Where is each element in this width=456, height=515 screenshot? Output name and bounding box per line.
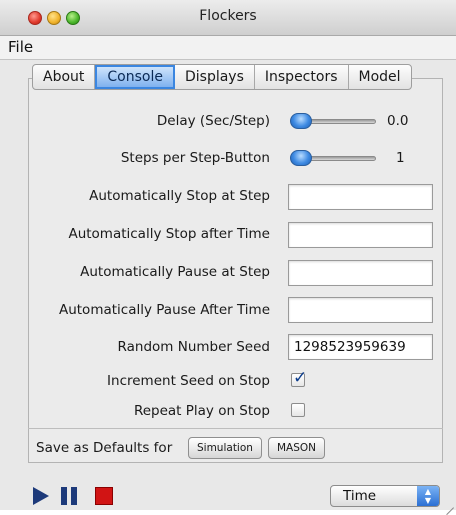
increment-seed-checkbox[interactable]: ✓ bbox=[291, 368, 307, 388]
time-select[interactable]: Time ▲ ▼ bbox=[330, 485, 440, 507]
steps-per-button-label: Steps per Step-Button bbox=[120, 150, 270, 166]
tab-bar: About Console Displays Inspectors Model bbox=[32, 64, 412, 90]
title-bar: Flockers bbox=[0, 0, 456, 36]
increment-seed-label: Increment Seed on Stop bbox=[107, 373, 270, 389]
delay-slider-knob[interactable] bbox=[290, 113, 312, 129]
auto-stop-step-field[interactable] bbox=[288, 184, 433, 210]
stop-icon[interactable] bbox=[95, 487, 113, 505]
pause-bar bbox=[61, 487, 67, 505]
tab-about[interactable]: About bbox=[33, 65, 96, 89]
repeat-play-checkbox[interactable] bbox=[291, 403, 305, 417]
random-seed-label: Random Number Seed bbox=[117, 339, 270, 355]
play-icon[interactable] bbox=[33, 487, 49, 505]
auto-pause-time-label: Automatically Pause After Time bbox=[58, 302, 270, 318]
auto-stop-step-label: Automatically Stop at Step bbox=[89, 188, 270, 204]
steps-per-button-value: 1 bbox=[396, 150, 405, 166]
save-mason-defaults-button[interactable]: MASON bbox=[268, 437, 326, 459]
steps-slider-knob[interactable] bbox=[290, 150, 312, 166]
save-defaults-label: Save as Defaults for bbox=[36, 440, 173, 456]
menu-file[interactable]: File bbox=[8, 38, 33, 56]
auto-stop-time-field[interactable] bbox=[288, 222, 433, 248]
updown-arrows-icon: ▲ ▼ bbox=[417, 486, 439, 506]
auto-pause-step-label: Automatically Pause at Step bbox=[80, 264, 270, 280]
resize-grip-icon[interactable] bbox=[442, 496, 454, 515]
auto-stop-time-label: Automatically Stop after Time bbox=[68, 226, 270, 242]
window-title: Flockers bbox=[199, 8, 257, 24]
tab-model[interactable]: Model bbox=[349, 65, 411, 89]
tab-console[interactable]: Console bbox=[95, 65, 175, 89]
delay-slider[interactable] bbox=[290, 113, 380, 131]
tab-inspectors[interactable]: Inspectors bbox=[255, 65, 349, 89]
time-select-value: Time bbox=[343, 488, 377, 504]
save-simulation-defaults-button[interactable]: Simulation bbox=[188, 437, 262, 459]
tab-displays[interactable]: Displays bbox=[175, 65, 255, 89]
auto-pause-time-field[interactable] bbox=[288, 297, 433, 323]
repeat-play-label: Repeat Play on Stop bbox=[133, 403, 270, 419]
pause-bar bbox=[71, 487, 77, 505]
delay-label: Delay (Sec/Step) bbox=[156, 113, 270, 129]
auto-pause-step-field[interactable] bbox=[288, 260, 433, 286]
divider bbox=[28, 428, 443, 429]
steps-per-button-slider[interactable] bbox=[290, 150, 380, 168]
menu-bar: File bbox=[0, 36, 456, 60]
pause-icon[interactable] bbox=[61, 487, 79, 505]
flockers-window: Flockers File About Console Displays Ins… bbox=[0, 0, 456, 515]
checkmark-icon: ✓ bbox=[293, 368, 308, 388]
random-seed-field[interactable] bbox=[288, 334, 433, 360]
delay-value: 0.0 bbox=[387, 113, 409, 129]
